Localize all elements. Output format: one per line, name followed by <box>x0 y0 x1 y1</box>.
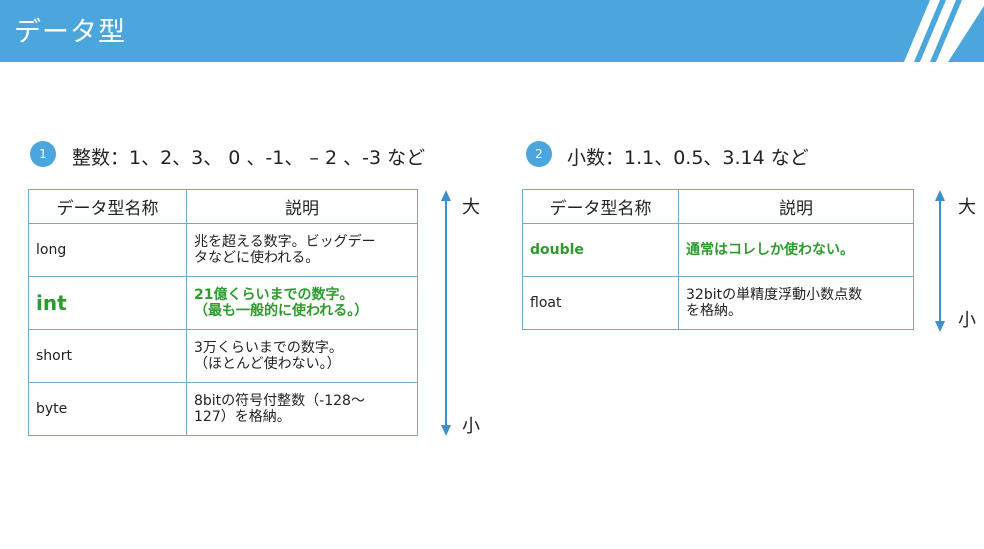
table-row: float 32bitの単精度浮動小数点数 を格納。 <box>522 276 914 330</box>
scale-label-large: 大 <box>958 197 976 218</box>
table-header-row: データ型名称 説明 <box>522 189 914 224</box>
type-description: 8bitの符号付整数（-128～ 127）を格納。 <box>186 382 418 436</box>
scale-label-large: 大 <box>462 197 480 218</box>
column-header-description: 説明 <box>678 189 914 224</box>
scale-label-small: 小 <box>462 416 480 437</box>
integer-types-table: データ型名称 説明 long 兆を超える数字。ビッグデー タなどに使われる。 in… <box>28 189 418 436</box>
column-header-description: 説明 <box>186 189 418 224</box>
slide-header: データ型 <box>0 0 984 62</box>
table-row: byte 8bitの符号付整数（-128～ 127）を格納。 <box>28 382 418 436</box>
type-description: 3万くらいまでの数字。 （ほとんど使わない。） <box>186 329 418 383</box>
heading-integers: 整数：1、2、3、 0 、-1、 – 2 、-3 など <box>72 147 426 169</box>
type-name: float <box>522 276 679 330</box>
section-badge-decimals: 2 <box>526 141 552 167</box>
type-name: double <box>522 223 679 277</box>
scale-label-small: 小 <box>958 310 976 331</box>
section-badge-integers: 1 <box>30 141 56 167</box>
type-description: 21億くらいまでの数字。 （最も一般的に使われる。） <box>186 276 418 330</box>
slide-title: データ型 <box>14 17 126 48</box>
heading-decimals: 小数：1.1、0.5、3.14 など <box>567 147 809 169</box>
type-name: long <box>28 223 187 277</box>
column-header-name: データ型名称 <box>28 189 187 224</box>
decorative-stripes <box>904 0 984 62</box>
decimal-types-table: データ型名称 説明 double 通常はコレしか使わない。 float 32bi… <box>522 189 914 330</box>
table-row: long 兆を超える数字。ビッグデー タなどに使われる。 <box>28 223 418 277</box>
table-row: short 3万くらいまでの数字。 （ほとんど使わない。） <box>28 329 418 383</box>
table-row-highlighted: double 通常はコレしか使わない。 <box>522 223 914 277</box>
size-scale-arrow <box>935 190 945 332</box>
size-scale-arrow <box>441 190 451 436</box>
type-description: 32bitの単精度浮動小数点数 を格納。 <box>678 276 914 330</box>
type-description: 通常はコレしか使わない。 <box>678 223 914 277</box>
table-row-highlighted: int 21億くらいまでの数字。 （最も一般的に使われる。） <box>28 276 418 330</box>
column-header-name: データ型名称 <box>522 189 679 224</box>
table-header-row: データ型名称 説明 <box>28 189 418 224</box>
type-name: byte <box>28 382 187 436</box>
type-name: short <box>28 329 187 383</box>
type-description: 兆を超える数字。ビッグデー タなどに使われる。 <box>186 223 418 277</box>
type-name: int <box>28 276 187 330</box>
